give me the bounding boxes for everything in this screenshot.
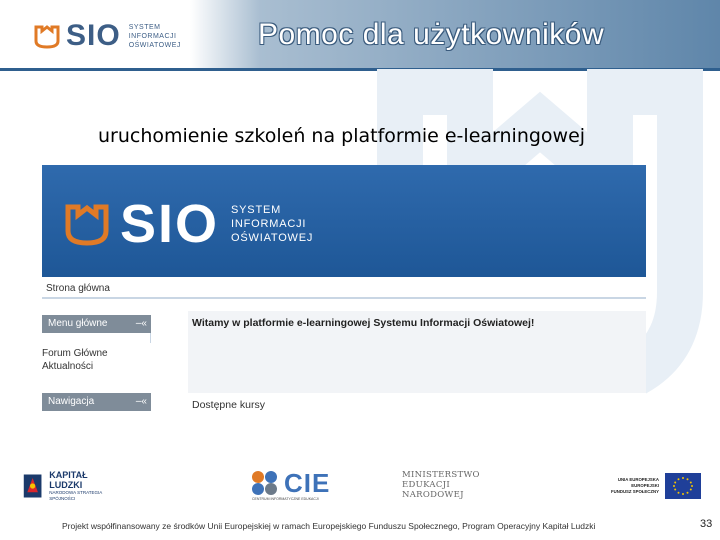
ministry-line: MINISTERSTWO xyxy=(402,470,480,480)
kapital-ludzki-logo: KAPITAŁ LUDZKI NARODOWA STRATEGIA SPÓJNO… xyxy=(22,466,120,506)
main-menu-block[interactable]: Menu główne –« xyxy=(42,315,151,333)
site-logo-sub-line: OŚWIATOWEJ xyxy=(231,232,314,244)
logo-subtitle: SYSTEM INFORMACJI OŚWIATOWEJ xyxy=(129,23,181,50)
logo-sub-line: SYSTEM xyxy=(128,23,161,31)
eu-text-line: FUNDUSZ SPOŁECZNY xyxy=(611,489,659,494)
cie-text: CIE xyxy=(284,468,331,498)
menu-link-news[interactable]: Aktualności xyxy=(42,361,93,372)
navigation-collapse-icon[interactable]: –« xyxy=(136,396,147,407)
eu-text: UNIA EUROPEJSKA EUROPEJSKI FUNDUSZ SPOŁE… xyxy=(605,477,659,495)
site-logo-sub-line: INFORMACJI xyxy=(231,218,307,230)
page-number: 33 xyxy=(700,518,713,530)
kapital-ludzki-title: KAPITAŁ LUDZKI xyxy=(49,470,88,490)
breadcrumb: Strona główna xyxy=(42,277,646,299)
funding-note: Projekt współfinansowany ze środków Unii… xyxy=(62,521,596,531)
site-logo-text: SIO xyxy=(120,194,220,254)
slide-title: Pomoc dla użytkowników xyxy=(258,18,605,51)
breadcrumb-home-link[interactable]: Strona główna xyxy=(46,283,110,294)
navigation-block[interactable]: Nawigacja –« xyxy=(42,393,151,411)
ministry-line: NARODOWEJ xyxy=(402,490,464,500)
eu-flag-icon xyxy=(665,473,701,499)
site-logo-mark-icon xyxy=(65,204,109,246)
kapital-ludzki-mark-icon xyxy=(23,474,42,498)
logo-text: SIO xyxy=(66,19,121,52)
site-banner: SIO SYSTEM INFORMACJI OŚWIATOWEJ xyxy=(42,165,646,277)
welcome-panel: Witamy w platformie e-learningowej Syste… xyxy=(188,311,646,395)
ministry-logo: MINISTERSTWO EDUKACJI NARODOWEJ xyxy=(402,470,482,502)
main-menu-collapse-icon[interactable]: –« xyxy=(136,318,147,329)
site-logo-subtitle: SYSTEM INFORMACJI OŚWIATOWEJ xyxy=(231,203,313,245)
side-column-divider xyxy=(42,333,151,343)
elearning-screenshot: SIO SYSTEM INFORMACJI OŚWIATOWEJ Strona … xyxy=(42,165,646,415)
menu-link-forum[interactable]: Forum Główne xyxy=(42,348,108,359)
sio-logo-mark-icon xyxy=(34,25,60,49)
cie-logo: CIE CENTRUM INFORMATYCZNE EDUKACJI xyxy=(250,468,350,504)
slide-subtitle: uruchomienie szkoleń na platformie e-lea… xyxy=(98,125,586,147)
eu-logo: UNIA EUROPEJSKA EUROPEJSKI FUNDUSZ SPOŁE… xyxy=(605,473,701,503)
logo-sub-line: OŚWIATOWEJ xyxy=(128,41,181,49)
sio-logo: SIO SYSTEM INFORMACJI OŚWIATOWEJ xyxy=(34,18,181,54)
site-logo: SIO SYSTEM INFORMACJI OŚWIATOWEJ xyxy=(64,197,313,251)
cie-mark-icon xyxy=(252,471,277,495)
navigation-label: Nawigacja xyxy=(48,396,95,407)
kapital-ludzki-text: KAPITAŁ LUDZKI NARODOWA STRATEGIA SPÓJNO… xyxy=(49,470,120,502)
courses-heading: Dostępne kursy xyxy=(192,399,265,411)
cie-subtitle: CENTRUM INFORMATYCZNE EDUKACJI xyxy=(252,497,319,501)
site-logo-sub-line: SYSTEM xyxy=(231,204,282,216)
ministry-line: EDUKACJI xyxy=(402,480,450,490)
welcome-heading: Witamy w platformie e-learningowej Syste… xyxy=(192,317,535,329)
courses-panel: Dostępne kursy xyxy=(188,393,646,415)
kapital-ludzki-subtitle: NARODOWA STRATEGIA SPÓJNOŚCI xyxy=(49,490,102,501)
logo-sub-line: INFORMACJI xyxy=(128,32,177,40)
main-menu-label: Menu główne xyxy=(48,318,108,329)
